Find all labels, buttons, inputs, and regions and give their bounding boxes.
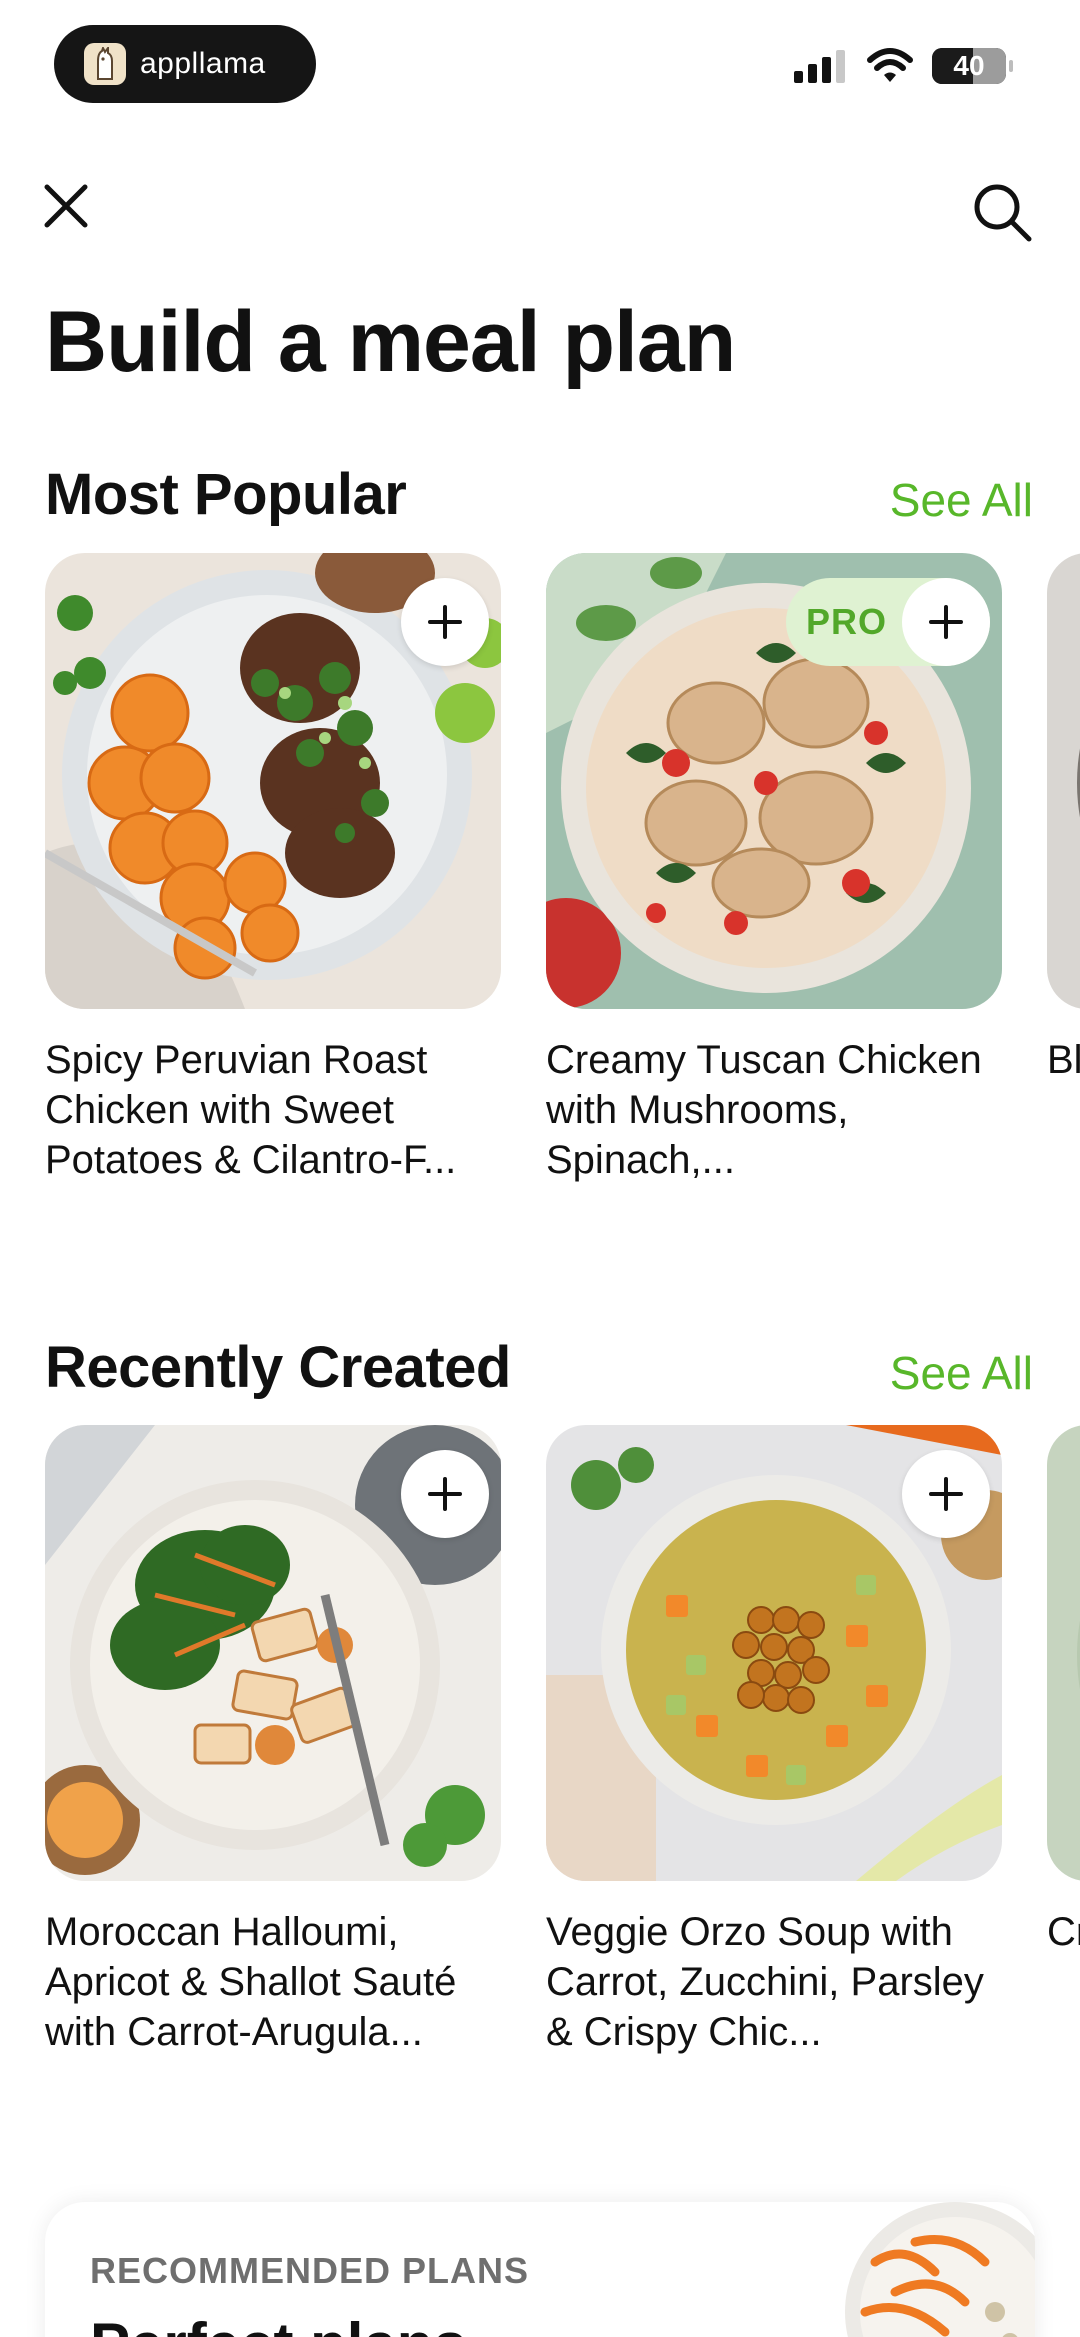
search-icon bbox=[974, 184, 1032, 242]
meal-card[interactable]: Cr M Sl bbox=[1047, 1425, 1080, 2057]
section-title-most-popular: Most Popular bbox=[45, 462, 407, 527]
plus-icon bbox=[428, 1477, 462, 1511]
section-title-recently-created: Recently Created bbox=[45, 1335, 511, 1400]
meal-title: Veggie Orzo Soup with Carrot, Zucchini, … bbox=[546, 1910, 984, 2054]
meal-card[interactable]: PRO Creamy Tuscan Chicken with Mushrooms… bbox=[546, 553, 1002, 1185]
recommended-plan-image bbox=[825, 2202, 1035, 2337]
meal-title: Bl Q To bbox=[1047, 1038, 1080, 1082]
cellular-signal-icon bbox=[794, 50, 845, 83]
plus-icon bbox=[929, 605, 963, 639]
llama-logo-icon bbox=[84, 43, 126, 85]
meal-card[interactable]: Veggie Orzo Soup with Carrot, Zucchini, … bbox=[546, 1425, 1002, 2057]
most-popular-carousel[interactable]: Spicy Peruvian Roast Chicken with Sweet … bbox=[45, 553, 1080, 1213]
close-icon bbox=[44, 184, 88, 228]
meal-title: Cr M Sl bbox=[1047, 1910, 1080, 1954]
see-all-recently-created-link[interactable]: See All bbox=[890, 1343, 1033, 1403]
meal-image bbox=[1047, 553, 1080, 1009]
meal-title: Creamy Tuscan Chicken with Mushrooms, Sp… bbox=[546, 1038, 982, 1182]
meal-image bbox=[546, 1425, 1002, 1881]
status-icons: 40 bbox=[792, 48, 1013, 84]
meal-image bbox=[45, 1425, 501, 1881]
add-meal-button[interactable] bbox=[401, 578, 489, 666]
meal-card[interactable]: Spicy Peruvian Roast Chicken with Sweet … bbox=[45, 553, 501, 1185]
battery-level: 40 bbox=[953, 50, 985, 81]
see-all-most-popular-link[interactable]: See All bbox=[890, 470, 1033, 530]
add-meal-button[interactable] bbox=[401, 1450, 489, 1538]
search-button[interactable] bbox=[968, 178, 1038, 248]
wifi-icon bbox=[867, 48, 913, 82]
meal-title: Spicy Peruvian Roast Chicken with Sweet … bbox=[45, 1038, 457, 1182]
recommended-label: RECOMMENDED PLANS bbox=[90, 2250, 530, 2291]
meal-image bbox=[1047, 1425, 1080, 1881]
meal-card[interactable]: Bl Q To bbox=[1047, 553, 1080, 1185]
pro-badge: PRO bbox=[786, 578, 990, 666]
recently-created-carousel[interactable]: Moroccan Halloumi, Apricot & Shallot Sau… bbox=[45, 1425, 1080, 2085]
meal-image bbox=[45, 553, 501, 1009]
plus-icon bbox=[929, 1477, 963, 1511]
recommended-title: Perfect plans bbox=[90, 2310, 467, 2337]
brand-pill: appllama bbox=[54, 25, 316, 103]
meal-image: PRO bbox=[546, 553, 1002, 1009]
meal-title: Moroccan Halloumi, Apricot & Shallot Sau… bbox=[45, 1910, 457, 2054]
battery-indicator: 40 bbox=[932, 48, 1013, 84]
page-title: Build a meal plan bbox=[45, 294, 736, 390]
add-meal-button[interactable] bbox=[902, 578, 990, 666]
brand-name: appllama bbox=[140, 47, 266, 80]
meal-card[interactable]: Moroccan Halloumi, Apricot & Shallot Sau… bbox=[45, 1425, 501, 2057]
add-meal-button[interactable] bbox=[902, 1450, 990, 1538]
recommended-plans-card[interactable]: RECOMMENDED PLANS Perfect plans bbox=[45, 2202, 1035, 2337]
pro-label: PRO bbox=[806, 601, 888, 642]
status-bar: appllama 40 bbox=[0, 0, 1080, 120]
close-button[interactable] bbox=[36, 176, 96, 236]
plus-icon bbox=[428, 605, 462, 639]
